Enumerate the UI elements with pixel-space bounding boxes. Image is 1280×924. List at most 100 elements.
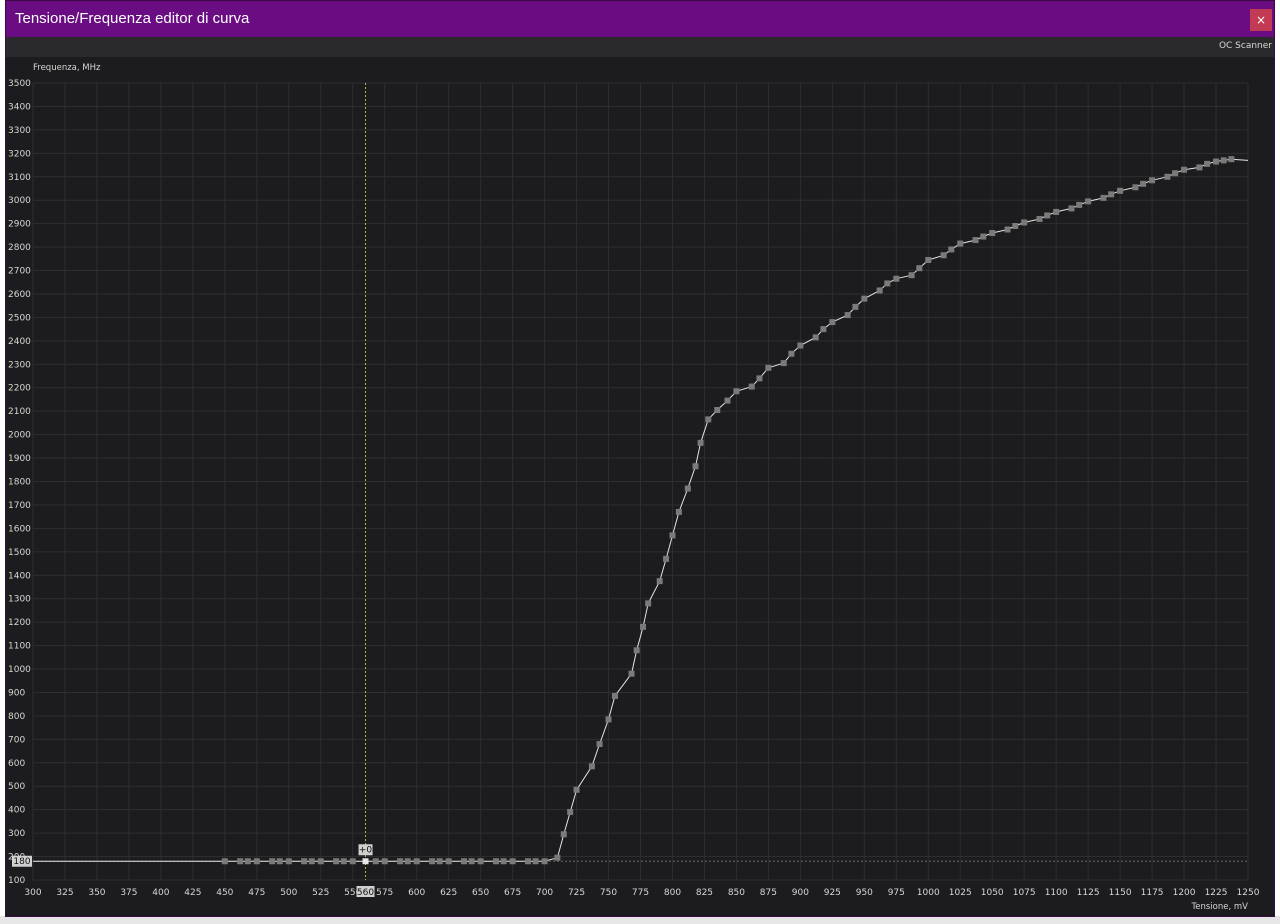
curve-point[interactable] [1036,215,1043,222]
curve-point[interactable] [633,647,640,654]
curve-point[interactable] [333,858,340,865]
curve-point[interactable] [1220,157,1227,164]
curve-point[interactable] [301,858,308,865]
curve-point[interactable] [980,233,987,240]
curve-point[interactable] [884,280,891,287]
curve-point[interactable] [656,578,663,585]
curve-point[interactable] [1228,156,1235,163]
curve-point[interactable] [645,600,652,607]
curve-point[interactable] [492,858,499,865]
curve-point[interactable] [445,858,452,865]
curve-point[interactable] [876,287,883,294]
curve-point[interactable] [748,383,755,390]
curve-point[interactable] [588,763,595,770]
curve-point[interactable] [925,256,932,263]
curve-point[interactable] [554,854,561,861]
curve-point[interactable] [972,237,979,244]
curve-point[interactable] [1196,164,1203,171]
curve-point[interactable] [541,858,548,865]
curve-point[interactable] [244,858,251,865]
curve-point[interactable] [663,555,670,562]
curve-point[interactable] [780,360,787,367]
curve-point[interactable] [957,240,964,247]
curve-point[interactable] [253,858,260,865]
curve-point[interactable] [1213,158,1220,165]
curve-point[interactable] [1004,226,1011,233]
curve-point[interactable] [560,831,567,838]
curve-point[interactable] [640,623,647,630]
curve-point[interactable] [509,858,516,865]
curve-point[interactable] [861,295,868,302]
curve-point[interactable] [532,858,539,865]
curve-point[interactable] [844,312,851,319]
curve-point[interactable] [436,858,443,865]
curve-point[interactable] [276,858,283,865]
curve-point[interactable] [1053,208,1060,215]
curve-point[interactable] [362,858,369,865]
curve-point[interactable] [948,246,955,253]
curve-point[interactable] [756,375,763,382]
curve-point[interactable] [524,858,531,865]
curve-point[interactable] [675,508,682,515]
curve-point[interactable] [829,319,836,326]
curve-point[interactable] [1108,191,1115,198]
curve-point[interactable] [1044,212,1051,219]
curve-point[interactable] [308,858,315,865]
curve-point[interactable] [397,858,404,865]
curve-point[interactable] [1012,222,1019,229]
curve-point[interactable] [1140,180,1147,187]
curve-point[interactable] [340,858,347,865]
curve-point[interactable] [1164,173,1171,180]
curve-point[interactable] [893,275,900,282]
curve-point[interactable] [1149,177,1156,184]
curve-point[interactable] [1172,170,1179,177]
curve-point[interactable] [765,364,772,371]
curve-point[interactable] [797,342,804,349]
curve-point[interactable] [468,858,475,865]
curve-point[interactable] [788,350,795,357]
curve-point[interactable] [611,692,618,699]
curve-point[interactable] [567,809,574,816]
vf-curve-chart[interactable]: Frequenza, MHz Tensione, mV 100200300400… [6,57,1274,916]
curve-point[interactable] [605,716,612,723]
curve-point[interactable] [1100,194,1107,201]
title-bar[interactable]: Tensione/Frequenza editor di curva × [6,1,1274,37]
curve-point[interactable] [317,858,324,865]
curve-point[interactable] [381,858,388,865]
curve-point[interactable] [404,858,411,865]
curve-point[interactable] [269,858,276,865]
curve-point[interactable] [697,439,704,446]
curve-point[interactable] [628,670,635,677]
curve-point[interactable] [812,334,819,341]
curve-point[interactable] [461,858,468,865]
curve-point[interactable] [669,532,676,539]
close-button[interactable]: × [1250,9,1272,31]
curve-point[interactable] [705,416,712,423]
curve-point[interactable] [573,786,580,793]
curve-point[interactable] [940,252,947,259]
curve-point[interactable] [1076,201,1083,208]
curve-point[interactable] [1085,198,1092,205]
curve-point[interactable] [1132,184,1139,191]
curve-point[interactable] [349,858,356,865]
curve-point[interactable] [285,858,292,865]
curve-point[interactable] [733,388,740,395]
curve-point[interactable] [820,326,827,333]
curve-point[interactable] [477,858,484,865]
curve-point[interactable] [916,265,923,272]
curve-point[interactable] [692,463,699,470]
curve-point[interactable] [1204,160,1211,167]
curve-point[interactable] [221,858,228,865]
curve-point[interactable] [714,407,721,414]
curve-point[interactable] [1021,219,1028,226]
curve-point[interactable] [596,741,603,748]
curve-point[interactable] [500,858,507,865]
curve-point[interactable] [989,230,996,237]
curve-point[interactable] [429,858,436,865]
curve-point[interactable] [908,272,915,279]
curve-point[interactable] [1117,187,1124,194]
curve-point[interactable] [684,485,691,492]
curve-point[interactable] [1068,205,1075,212]
curve-point[interactable] [724,397,731,404]
curve-point[interactable] [852,303,859,310]
